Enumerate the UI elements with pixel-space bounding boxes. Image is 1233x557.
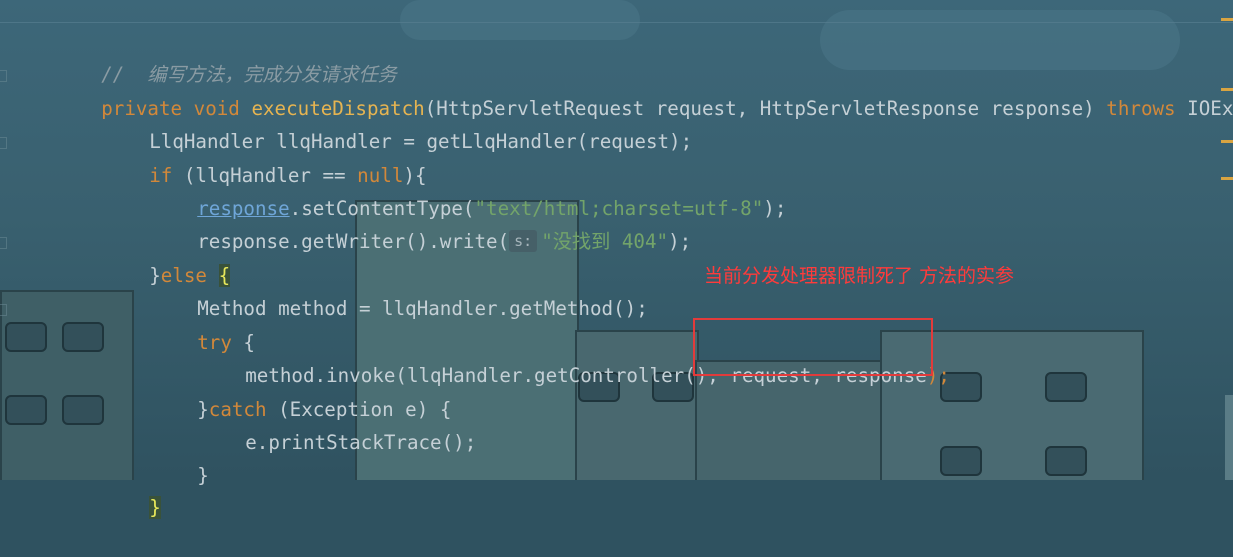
code-line-7: }else { (103, 226, 231, 287)
code-line-14: } (103, 458, 161, 519)
code-line-3: LlqHandler llqHandler = getLlqHandler(re… (103, 92, 692, 153)
code-text: ); (668, 230, 692, 253)
code-line-12: e.printStackTrace(); (199, 393, 476, 454)
code-line-6: response.getWriter().write(s: "没找到 404"); (151, 192, 691, 253)
code-editor[interactable]: // 编写方法，完成分发请求任务 private void executeDis… (0, 0, 1233, 519)
keyword-throws: throws (1106, 97, 1176, 120)
code-line-8: Method method = llqHandler.getMethod(); (151, 259, 648, 320)
code-line-comment: // 编写方法，完成分发请求任务 (55, 25, 397, 86)
string-literal: "没找到 404" (541, 230, 669, 253)
code-text: Method method = llqHandler.getMethod(); (197, 297, 648, 320)
code-line-signature: private void executeDispatch(HttpServlet… (55, 59, 1233, 120)
matched-brace: } (149, 496, 161, 519)
annotation-note: 当前分发处理器限制死了 方法的实参 (704, 265, 1015, 287)
code-line-5: response.setContentType("text/html;chars… (151, 159, 786, 220)
highlight-box (693, 318, 933, 376)
exception-type: IOExc (1187, 97, 1233, 120)
code-text: e.printStackTrace(); (245, 431, 477, 454)
code-line-11: }catch (Exception e) { (151, 360, 451, 421)
code-text: } (197, 464, 209, 487)
code-line-13: } (151, 426, 209, 487)
code-text: ); (763, 197, 787, 220)
parameter-hint: s: (509, 230, 538, 252)
code-text: response.getWriter().write( (197, 230, 510, 253)
code-line-4: if (llqHandler == null){ (103, 126, 426, 187)
code-line-9: try { (151, 293, 255, 354)
